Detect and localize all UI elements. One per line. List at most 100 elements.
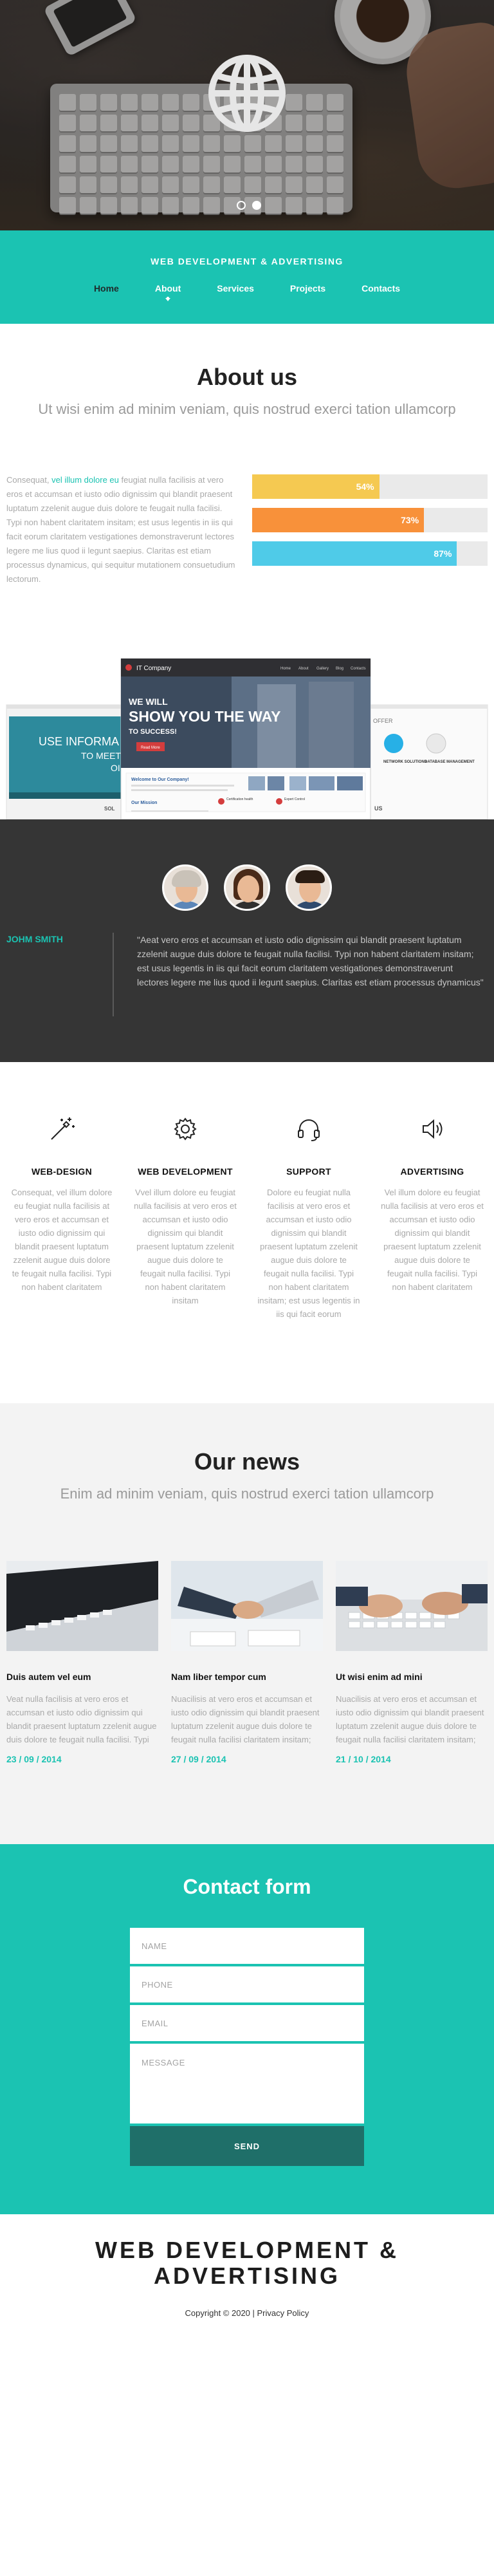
left-screen-mockup: USE INFORMA TO MEET OI SOL [6,704,127,819]
news-card-text: Nuacilisis at vero eros et accumsan et i… [171,1694,320,1744]
nav-contacts[interactable]: Contacts [343,283,418,294]
about-text-rest: feugiat nulla facilisis at vero eros et … [6,475,235,584]
service-title: WEB-DESIGN [32,1166,92,1177]
news-card[interactable]: Nam liber tempor cum Nuacilisis at vero … [171,1561,323,1764]
service-web-design: WEB-DESIGN Consequat, vel illum dolore e… [0,1114,124,1403]
skill-bar-fill: 73% [252,508,425,532]
svg-text:OI: OI [111,763,120,773]
service-support: SUPPORT Dolore eu feugiat nulla facilisi… [247,1114,370,1403]
message-field[interactable] [130,2044,364,2126]
service-title: ADVERTISING [400,1166,464,1177]
testimonial-avatars [0,864,494,911]
svg-text:Gallery: Gallery [316,667,329,671]
news-card-date: 21 / 10 / 2014 [336,1754,391,1764]
skill-bar-fill: 54% [252,474,380,499]
service-text: Vvel illum dolore eu feugiat nulla facil… [134,1188,237,1305]
woman-avatar[interactable] [224,864,270,911]
magic-wand-icon [0,1114,124,1144]
svg-text:SHOW YOU THE WAY: SHOW YOU THE WAY [129,708,280,725]
send-button[interactable]: SEND [130,2126,364,2166]
speaker-icon [370,1114,494,1144]
news-card[interactable]: Ut wisi enim ad mini Nuacilisis at vero … [336,1561,488,1764]
service-title: WEB DEVELOPMENT [138,1166,233,1177]
gear-icon [124,1114,247,1144]
contact-title: Contact form [183,1875,311,1898]
right-screen-mockup: OFFER NETWORK SOLUTIONS DATABASE MANAGEM… [367,704,488,819]
footer-brand-line1: WEB DEVELOPMENT & [95,2237,399,2263]
contact-form: SEND [130,1928,364,2166]
news-card-text: Nuacilisis at vero eros et accumsan et i… [336,1694,484,1744]
svg-text:DATABASE MANAGEMENT: DATABASE MANAGEMENT [425,760,475,764]
news-list: Duis autem vel eum Veat nulla facilisis … [0,1561,494,1764]
website-mockups-image: USE INFORMA TO MEET OI SOL OFFER NETWORK… [6,658,488,819]
svg-text:USE INFORMA: USE INFORMA [39,735,119,748]
svg-text:NETWORK SOLUTIONS: NETWORK SOLUTIONS [383,760,427,764]
about-text-start: Consequat, [6,475,52,485]
skill-bar-3: 87% [252,541,488,566]
hero-slider [0,0,494,230]
footer-brand: WEB DEVELOPMENT & ADVERTISING [0,2237,494,2289]
site-footer: WEB DEVELOPMENT & ADVERTISING Copyright … [0,2214,494,2338]
about-title: About us [197,364,297,390]
young-man-avatar[interactable] [286,864,332,911]
news-card-date: 27 / 09 / 2014 [171,1754,226,1764]
service-text: Consequat, vel illum dolore eu feugiat n… [11,1188,113,1292]
service-text: Dolore eu feugiat nulla facilisis at ver… [257,1188,360,1319]
about-highlight-link[interactable]: vel illum dolore eu [51,475,119,485]
service-text: Vel illum dolore eu feugiat nulla facili… [381,1188,484,1292]
news-card-date: 23 / 09 / 2014 [6,1754,62,1764]
skill-percent: 87% [434,548,452,559]
email-field[interactable] [130,2005,364,2044]
slider-dot-2[interactable] [252,201,261,210]
headset-icon [247,1114,370,1144]
privacy-policy-link[interactable]: Privacy Policy [257,2308,309,2318]
nav-home[interactable]: Home [76,283,137,294]
svg-text:Welcome to Our Company!: Welcome to Our Company! [131,778,189,782]
svg-text:US: US [374,805,383,812]
svg-text:Certification health: Certification health [226,798,253,801]
svg-text:TO SUCCESS!: TO SUCCESS! [129,728,177,736]
site-brand[interactable]: WEB DEVELOPMENT & ADVERTISING [0,256,494,266]
skill-bar-2: 73% [252,508,488,532]
svg-text:WE WILL: WE WILL [129,696,168,707]
skill-bar-fill: 87% [252,541,457,566]
main-nav: Home About Services Projects Contacts [0,283,494,301]
news-card-title[interactable]: Duis autem vel eum [6,1672,158,1682]
about-paragraph: Consequat, vel illum dolore eu feugiat n… [6,473,238,586]
news-card-text: Veat nulla facilisis at vero eros et acc… [6,1694,157,1744]
man-avatar[interactable] [162,864,208,911]
nav-services[interactable]: Services [199,283,272,294]
nav-projects[interactable]: Projects [272,283,343,294]
footer-brand-line2: ADVERTISING [153,2263,341,2289]
center-screen-mockup: IT Company Home About Gallery Blog Conta… [120,658,371,819]
svg-text:OFFER: OFFER [373,718,393,724]
svg-text:About: About [298,667,309,671]
news-section: Our news Enim ad minim veniam, quis nost… [0,1403,494,1844]
service-advertising: ADVERTISING Vel illum dolore eu feugiat … [370,1114,494,1403]
about-section: About us Ut wisi enim ad minim veniam, q… [0,324,494,819]
testimonial-quote: "Aeat vero eros et accumsan et iusto odi… [113,933,486,1016]
skill-percent: 54% [356,481,374,492]
phone-field[interactable] [130,1966,364,2005]
news-card-title[interactable]: Nam liber tempor cum [171,1672,323,1682]
globe-icon [205,51,289,135]
news-card-title[interactable]: Ut wisi enim ad mini [336,1672,488,1682]
service-title: SUPPORT [286,1166,331,1177]
copyright-text: Copyright © 2020 | [185,2308,257,2318]
news-subtitle: Enim ad minim veniam, quis nostrud exerc… [60,1486,434,1502]
svg-text:SOL: SOL [104,806,115,812]
slider-dot-1[interactable] [237,201,246,210]
service-web-development: WEB DEVELOPMENT Vvel illum dolore eu feu… [124,1114,247,1403]
skill-bar-1: 54% [252,474,488,499]
footer-copyright: Copyright © 2020 | Privacy Policy [0,2308,494,2318]
news-image-handshake[interactable] [171,1561,323,1651]
svg-text:Read More: Read More [141,746,160,750]
site-header: WEB DEVELOPMENT & ADVERTISING Home About… [0,230,494,324]
name-field[interactable] [130,1928,364,1966]
svg-text:Contacts: Contacts [351,667,366,671]
news-card[interactable]: Duis autem vel eum Veat nulla facilisis … [6,1561,158,1764]
slider-pagination [237,201,261,210]
news-image-typing[interactable] [336,1561,488,1651]
news-image-laptop[interactable] [6,1561,158,1651]
nav-about[interactable]: About [137,283,199,301]
